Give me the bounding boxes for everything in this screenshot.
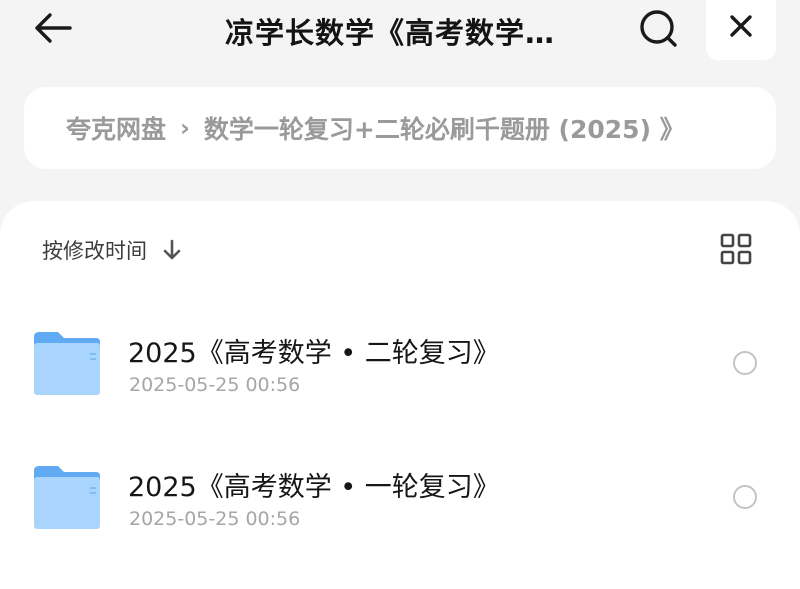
back-button[interactable] [30,8,78,48]
arrow-down-icon [163,239,181,260]
file-name: 2025《高考数学 • 一轮复习》 [128,472,500,503]
grid-view-icon [720,233,752,265]
view-toggle-button[interactable] [720,233,752,265]
list-item[interactable]: 2025《高考数学 • 二轮复习》 2025-05-25 00:56 [0,331,800,431]
file-list-panel: 按修改时间 2025《高考数学 • 二轮复习》 2025-05-25 00:56 [0,201,800,589]
sort-label: 按修改时间 [42,239,147,263]
file-name: 2025《高考数学 • 二轮复习》 [128,338,500,369]
select-radio[interactable] [733,351,757,375]
sort-button[interactable]: 按修改时间 [42,235,183,265]
close-button[interactable] [706,0,776,60]
arrow-left-icon [35,13,72,43]
file-date: 2025-05-25 00:56 [129,374,301,396]
page-title: 凉学长数学《高考数学… [224,16,555,50]
search-button[interactable] [634,6,682,50]
search-icon [640,10,677,47]
breadcrumb-root[interactable]: 夸克网盘 [66,110,166,146]
file-date: 2025-05-25 00:56 [129,508,301,530]
close-icon [730,15,752,37]
folder-icon [34,466,100,529]
breadcrumb-current[interactable]: 数学一轮复习+二轮必刷千题册 (2025) 》 [204,110,685,146]
list-item[interactable]: 2025《高考数学 • 一轮复习》 2025-05-25 00:56 [0,465,800,565]
folder-icon [34,332,100,395]
breadcrumb-separator: › [180,114,190,142]
breadcrumb: 夸克网盘 › 数学一轮复习+二轮必刷千题册 (2025) 》 [24,87,776,169]
top-bar: 凉学长数学《高考数学… [0,0,800,66]
select-radio[interactable] [733,485,757,509]
